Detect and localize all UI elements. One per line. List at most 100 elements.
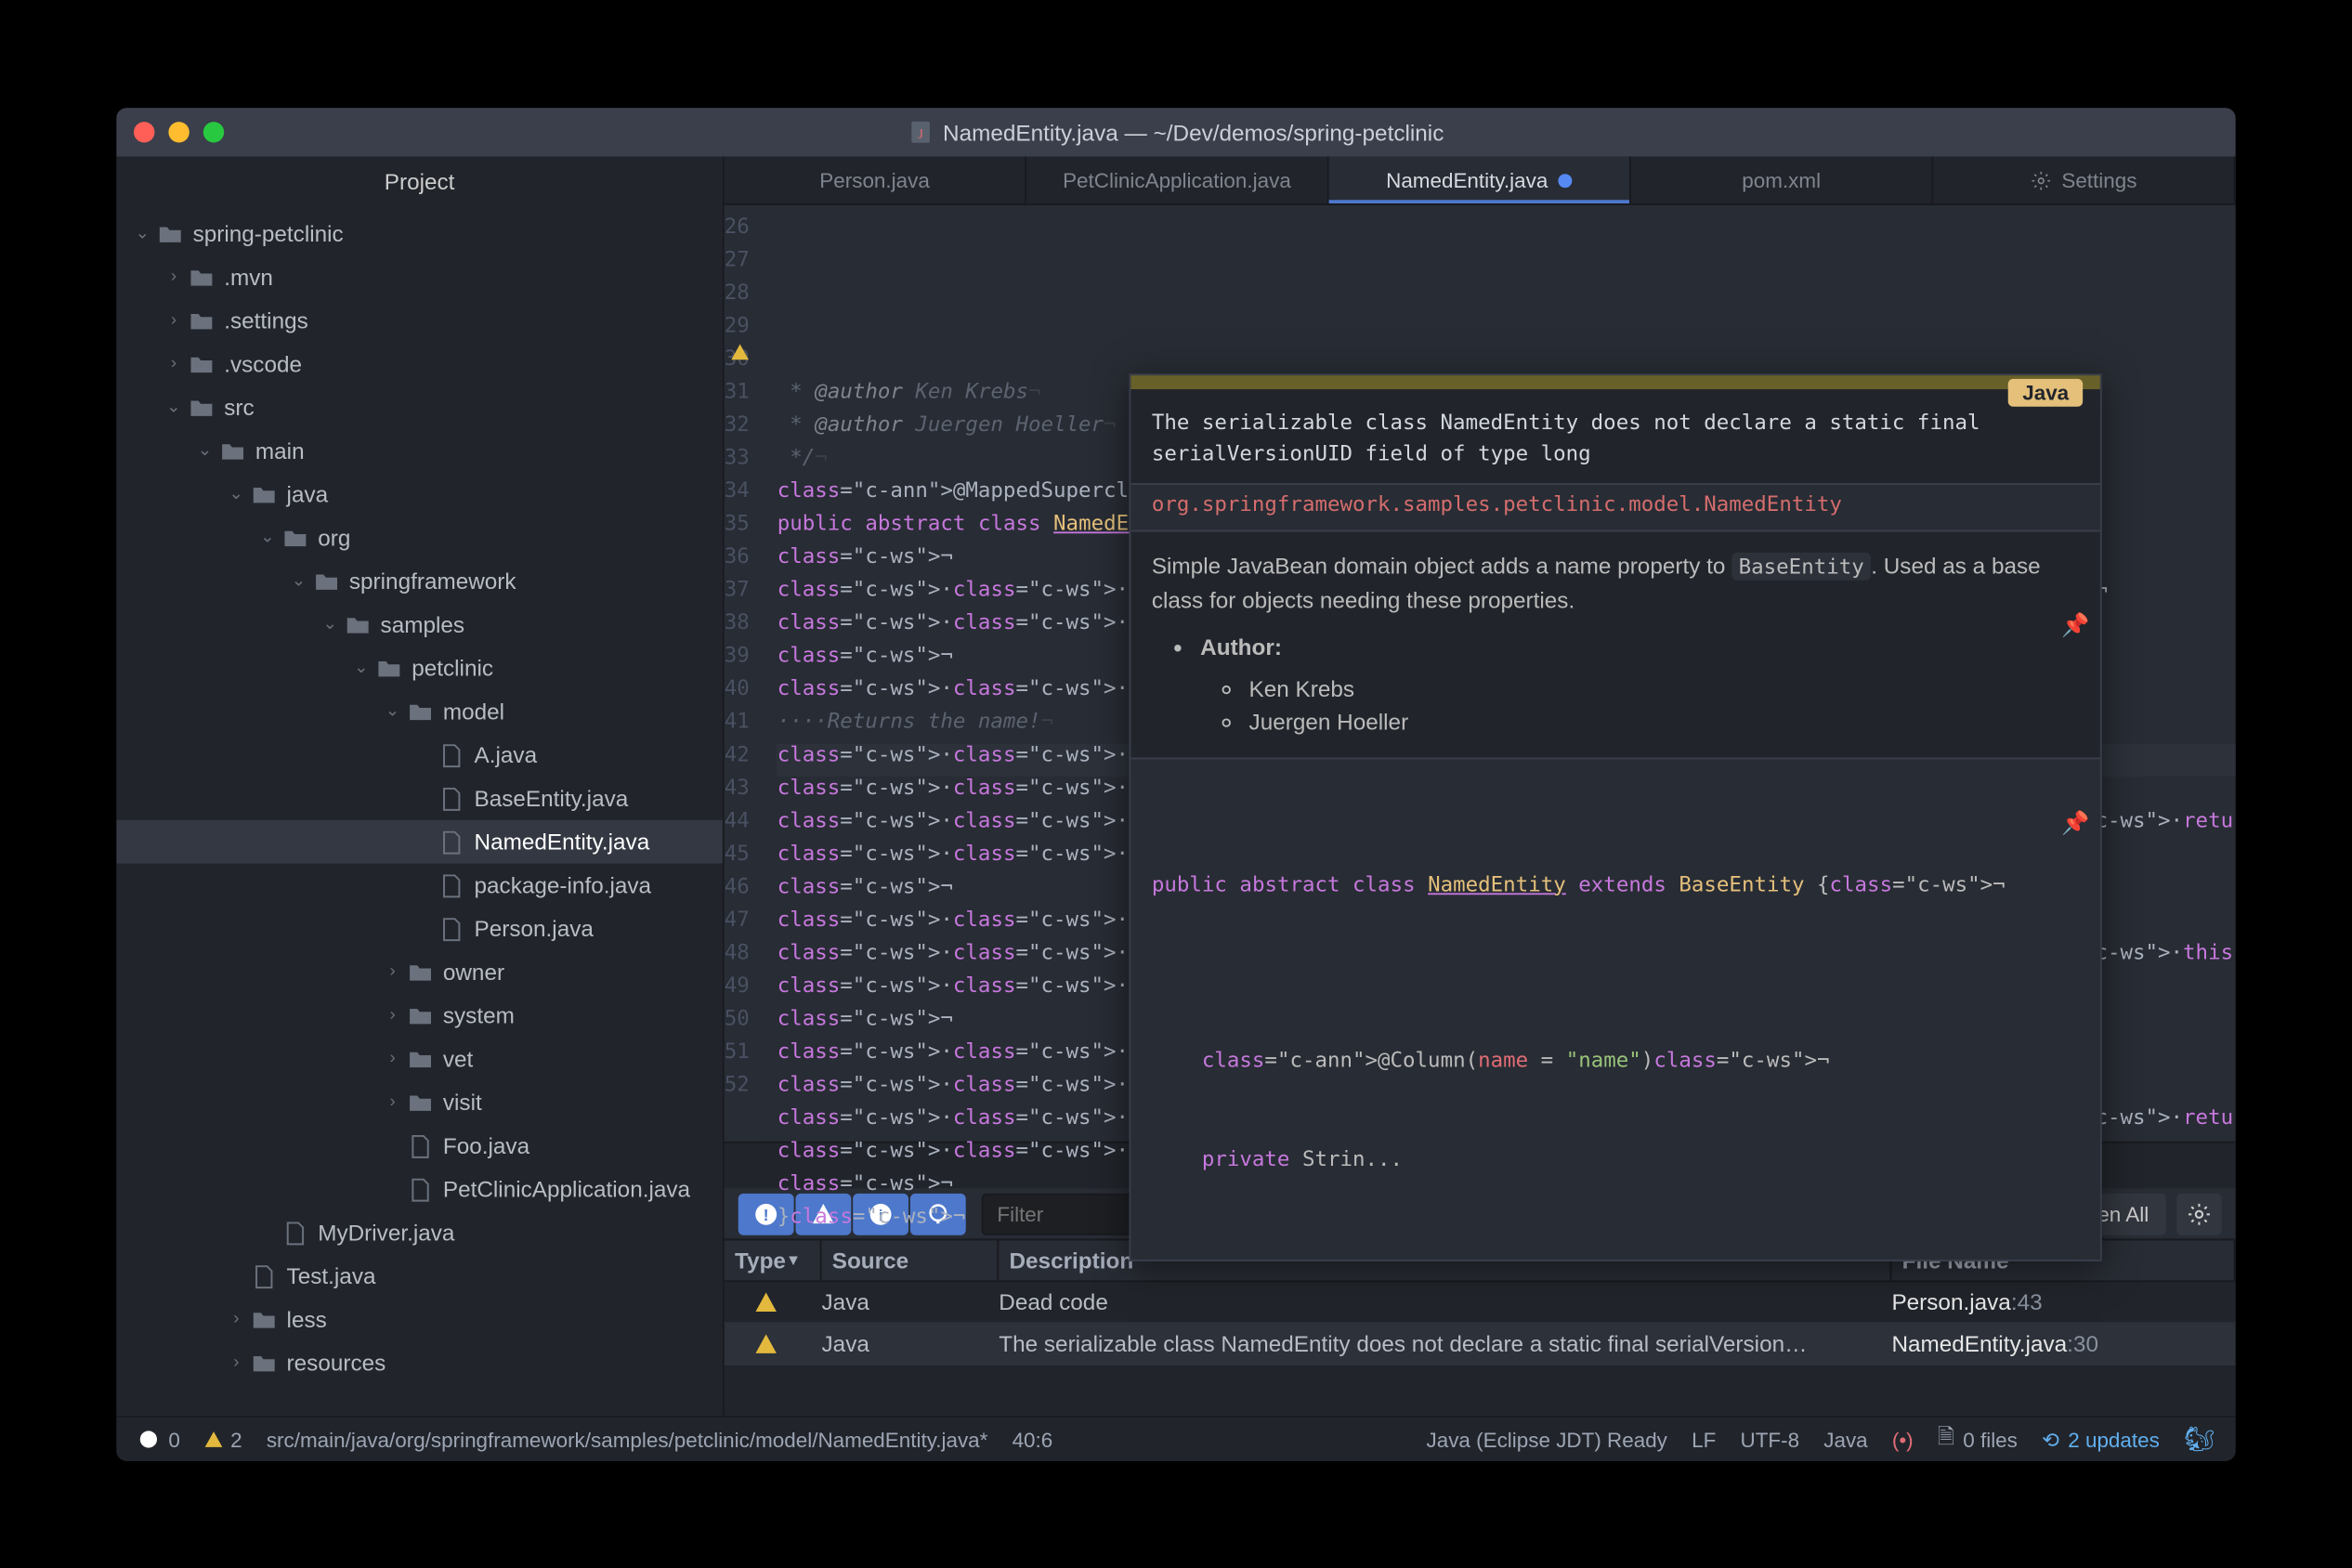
gutter: 2627282930313233343536373839404142434445… — [725, 204, 767, 1141]
chevron-right-icon[interactable]: › — [381, 1005, 405, 1025]
col-type[interactable]: Type▾ — [725, 1240, 822, 1280]
zoom-window-button[interactable] — [203, 122, 224, 142]
tab-namedentity-java[interactable]: NamedEntity.java — [1329, 156, 1631, 203]
tree-item-namedentity-java[interactable]: NamedEntity.java — [116, 819, 723, 863]
chevron-down-icon[interactable]: ⌄ — [162, 398, 186, 417]
chevron-down-icon[interactable]: ⌄ — [193, 441, 217, 461]
tree-item-less[interactable]: › less — [116, 1298, 723, 1341]
tree-item-label: less — [287, 1306, 327, 1332]
tree-item-baseentity-java[interactable]: BaseEntity.java — [116, 777, 723, 820]
diagnostic-row[interactable]: JavaDead codePerson.java:43 — [725, 1282, 2236, 1324]
line-number: 50 — [725, 1002, 750, 1036]
status-encoding[interactable]: UTF-8 — [1740, 1427, 1799, 1451]
status-cursor-position[interactable]: 40:6 — [1013, 1427, 1053, 1451]
folder-icon — [405, 960, 437, 984]
chevron-down-icon[interactable]: ⌄ — [349, 658, 373, 677]
hover-doc: 📌 Simple JavaBean domain object adds a n… — [1130, 531, 2099, 756]
tree-item-label: org — [318, 524, 350, 550]
tree-item-label: samples — [381, 611, 465, 637]
status-language[interactable]: Java — [1823, 1427, 1867, 1451]
project-tree[interactable]: ⌄spring-petclinic › .mvn › .settings ›.vscode… — [116, 204, 723, 1415]
col-source[interactable]: Source — [822, 1240, 1000, 1280]
tree-item-person-java[interactable]: Person.java — [116, 907, 723, 950]
tree-item-test-java[interactable]: Test.java — [116, 1254, 723, 1298]
tree-item-mydriver-java[interactable]: MyDriver.java — [116, 1210, 723, 1254]
tree-item-system[interactable]: ›system — [116, 993, 723, 1037]
chevron-right-icon[interactable]: › — [381, 962, 405, 982]
pin-icon[interactable]: 📌 — [2061, 806, 2089, 840]
tree-item-package-info-java[interactable]: package-info.java — [116, 863, 723, 907]
chevron-right-icon[interactable]: › — [224, 1310, 248, 1329]
diagnostic-row[interactable]: JavaThe serializable class NamedEntity d… — [725, 1324, 2236, 1365]
file-icon — [436, 742, 467, 766]
tree-item-org[interactable]: ⌄ org — [116, 516, 723, 559]
tab-settings[interactable]: Settings — [1933, 156, 2235, 203]
chevron-right-icon[interactable]: › — [224, 1352, 248, 1372]
pin-icon[interactable]: 📌 — [2061, 608, 2089, 641]
tree-item-label: .settings — [224, 307, 308, 333]
status-file-path[interactable]: src/main/java/org/springframework/sample… — [267, 1427, 988, 1451]
tree-item-petclinic[interactable]: ⌄ petclinic — [116, 646, 723, 689]
tree-item-main[interactable]: ⌄main — [116, 429, 723, 473]
tree-item-samples[interactable]: ⌄ samples — [116, 603, 723, 647]
sidebar-title: Project — [116, 156, 723, 204]
tree-item-label: springframework — [349, 568, 516, 594]
tree-item-vet[interactable]: ›vet — [116, 1037, 723, 1080]
tree-item-model[interactable]: ⌄ model — [116, 689, 723, 733]
chevron-down-icon[interactable]: ⌄ — [318, 615, 342, 634]
tree-item-visit[interactable]: ›visit — [116, 1080, 723, 1124]
tree-item-label: model — [443, 698, 504, 724]
tree-item--vscode[interactable]: ›.vscode — [116, 342, 723, 385]
chevron-down-icon[interactable]: ⌄ — [255, 528, 280, 547]
chevron-right-icon[interactable]: › — [162, 354, 186, 373]
chevron-down-icon[interactable]: ⌄ — [130, 224, 154, 243]
minimize-window-button[interactable] — [168, 122, 189, 142]
tree-item-label: petclinic — [412, 655, 493, 681]
close-window-button[interactable] — [134, 122, 154, 142]
chevron-down-icon[interactable]: ⌄ — [381, 701, 405, 721]
chevron-right-icon[interactable]: › — [381, 1049, 405, 1068]
tree-item-java[interactable]: ⌄ java — [116, 472, 723, 516]
status-lsp[interactable]: Java (Eclipse JDT) Ready — [1427, 1427, 1667, 1451]
status-errors[interactable]: 0 — [137, 1427, 180, 1451]
tree-item-label: java — [287, 481, 329, 507]
diag-source: Java — [822, 1288, 1000, 1314]
status-eol[interactable]: LF — [1692, 1427, 1716, 1451]
chevron-right-icon[interactable]: › — [162, 310, 186, 330]
file-icon — [248, 1263, 280, 1287]
squirrel-icon[interactable]: 🐿 — [2184, 1424, 2215, 1454]
tree-item--settings[interactable]: › .settings — [116, 298, 723, 342]
status-warnings[interactable]: 2 — [204, 1427, 242, 1451]
chevron-down-icon[interactable]: ⌄ — [224, 484, 248, 503]
editor[interactable]: 2627282930313233343536373839404142434445… — [725, 204, 2236, 1141]
status-updates[interactable]: ⟲ 2 updates — [2042, 1427, 2160, 1451]
tree-item-springframework[interactable]: ⌄ springframework — [116, 559, 723, 603]
tree-item-resources[interactable]: ›resources — [116, 1340, 723, 1384]
chevron-down-icon[interactable]: ⌄ — [287, 571, 311, 591]
chevron-right-icon[interactable]: › — [381, 1092, 405, 1112]
status-signal-icon[interactable]: (•) — [1892, 1427, 1914, 1451]
tree-item-owner[interactable]: › owner — [116, 950, 723, 994]
folder-icon — [186, 395, 217, 419]
tree-item-petclinicapplication-java[interactable]: PetClinicApplication.java — [116, 1167, 723, 1210]
tree-item-foo-java[interactable]: Foo.java — [116, 1124, 723, 1168]
tree-item-label: BaseEntity.java — [475, 785, 629, 811]
file-icon — [405, 1177, 437, 1201]
tree-item-spring-petclinic[interactable]: ⌄spring-petclinic — [116, 212, 723, 255]
file-icon: 🗎 — [1938, 1420, 1954, 1457]
tree-item-label: owner — [443, 959, 504, 985]
tree-item-src[interactable]: ⌄src — [116, 385, 723, 429]
status-files[interactable]: 🗎 0 files — [1938, 1420, 2018, 1457]
line-number: 40 — [725, 672, 750, 705]
chevron-right-icon[interactable]: › — [162, 268, 186, 287]
tab-pom-xml[interactable]: pom.xml — [1631, 156, 1933, 203]
tab-petclinicapplication-java[interactable]: PetClinicApplication.java — [1026, 156, 1328, 203]
tab-person-java[interactable]: Person.java — [725, 156, 1026, 203]
tree-item--mvn[interactable]: › .mvn — [116, 255, 723, 299]
line-number: 34 — [725, 474, 750, 507]
tree-item-a-java[interactable]: A.java — [116, 733, 723, 777]
line-number: 47 — [725, 903, 750, 936]
tab-label: Person.java — [819, 167, 930, 191]
tree-item-label: .mvn — [224, 264, 273, 290]
folder-icon — [186, 351, 217, 375]
